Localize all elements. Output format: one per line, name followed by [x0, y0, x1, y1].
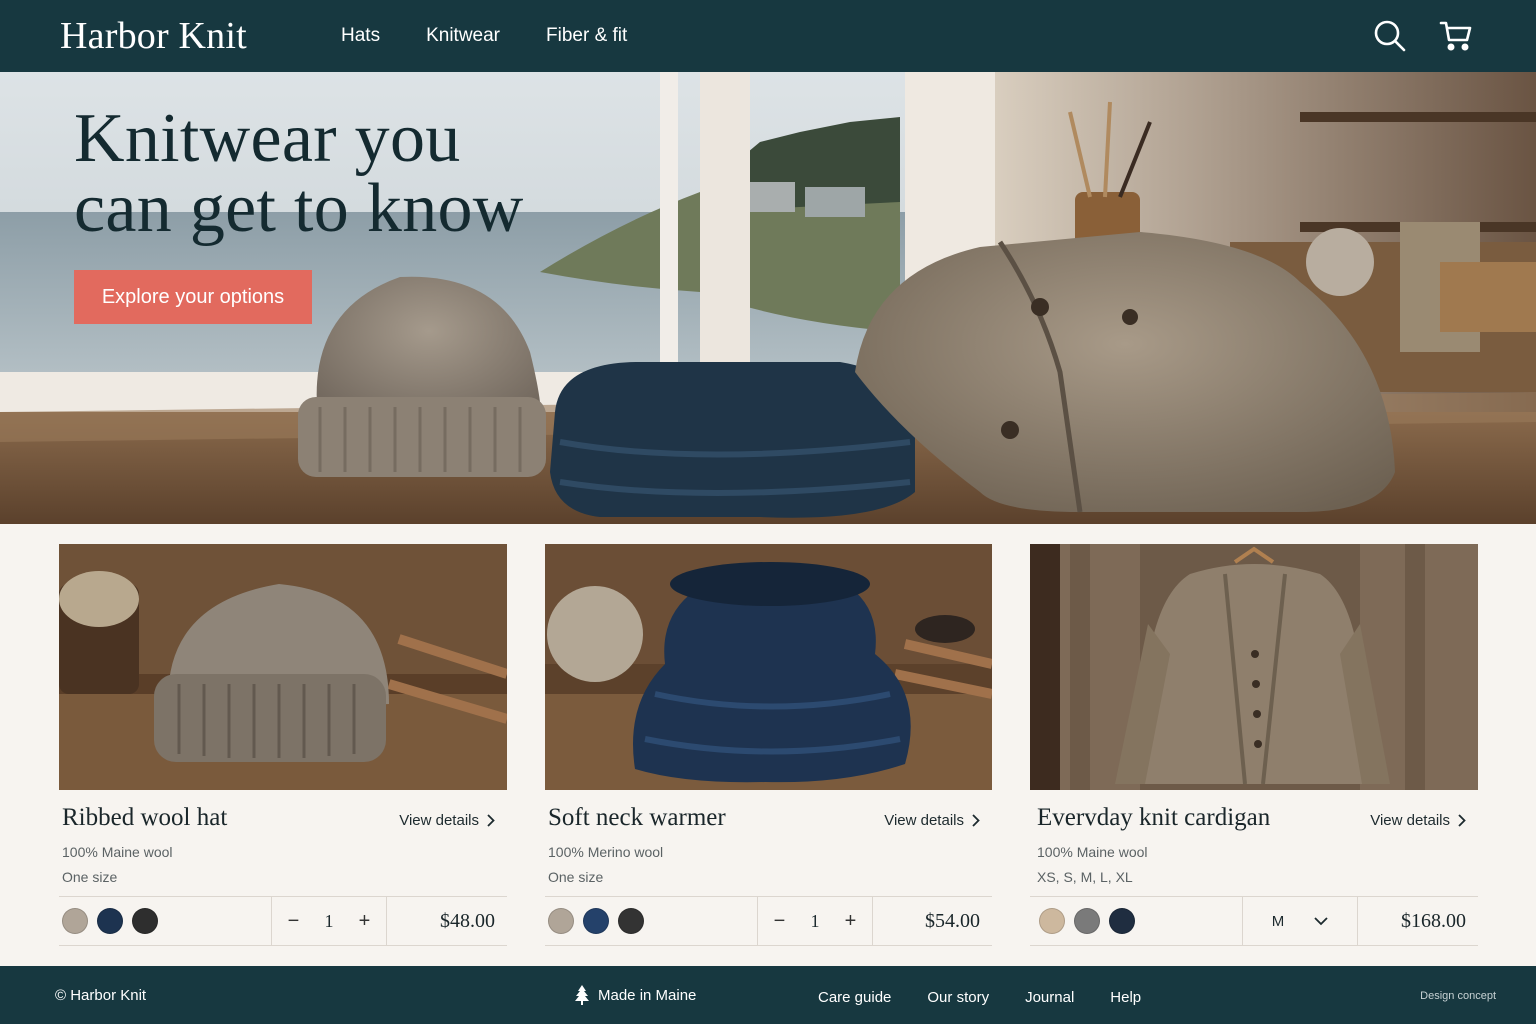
color-swatches	[59, 908, 271, 934]
footer-nav: Care guide Our story Journal Help	[818, 989, 1141, 1006]
product-material: 100% Maine wool	[1037, 844, 1148, 860]
product-price: $168.00	[1401, 909, 1466, 932]
view-details-link[interactable]: View details	[399, 812, 495, 829]
footer-link-help[interactable]: Help	[1110, 989, 1141, 1006]
site-footer: © Harbor Knit Made in Maine Care guide O…	[0, 966, 1536, 1024]
purchase-bar: − 1 + $48.00	[59, 896, 507, 946]
nav-fiber-fit[interactable]: Fiber & fit	[546, 25, 627, 47]
color-swatch[interactable]	[548, 908, 574, 934]
footer-link-care-guide[interactable]: Care guide	[818, 989, 891, 1006]
view-details-link[interactable]: View details	[884, 812, 980, 829]
product-title: Ribbed wool hat	[62, 804, 228, 831]
nav-hats[interactable]: Hats	[341, 25, 380, 47]
nav-knitwear[interactable]: Knitwear	[426, 25, 500, 47]
increase-quantity-button[interactable]: +	[353, 910, 377, 933]
card-header: Ribbed wool hat View details	[59, 790, 507, 832]
purchase-bar: M $168.00	[1030, 896, 1478, 946]
product-title: Soft neck warmer	[548, 804, 726, 831]
quantity-value: 1	[324, 910, 334, 931]
brand-logo[interactable]: Harbor Knit	[60, 14, 341, 58]
card-header: Soft neck warmer View details	[545, 790, 992, 832]
hero-copy: Knitwear you can get to know Explore you…	[74, 104, 524, 324]
color-swatches	[1030, 908, 1242, 934]
product-material: 100% Merino wool	[548, 844, 664, 860]
product-price: $48.00	[440, 909, 495, 932]
footer-link-journal[interactable]: Journal	[1025, 989, 1074, 1006]
increase-quantity-button[interactable]: +	[839, 910, 863, 933]
product-size-info: One size	[548, 869, 604, 885]
product-image-cardigan[interactable]	[1030, 544, 1478, 790]
product-meta: 100% Maine wool XS, S, M, L, XL	[1030, 840, 1478, 890]
chevron-right-icon	[1458, 814, 1466, 827]
product-image-neck-warmer[interactable]	[545, 544, 992, 790]
product-price: $54.00	[925, 909, 980, 932]
product-card-neck-warmer: Soft neck warmer View details 100% Merin…	[545, 544, 992, 946]
cart-icon[interactable]	[1438, 18, 1474, 54]
color-swatches	[545, 908, 757, 934]
view-details-label: View details	[1370, 812, 1450, 829]
color-swatch[interactable]	[1109, 908, 1135, 934]
card-header: Evervday knit cardigan View details	[1030, 790, 1478, 832]
site-header: Harbor Knit Hats Knitwear Fiber & fit	[0, 0, 1536, 72]
product-title: Evervday knit cardigan	[1037, 804, 1271, 831]
purchase-bar: − 1 + $54.00	[545, 896, 992, 946]
made-in-label: Made in Maine	[598, 986, 697, 1004]
chevron-right-icon	[972, 814, 980, 827]
view-details-label: View details	[399, 812, 479, 829]
hero-title-line1: Knitwear you	[74, 100, 461, 177]
product-card-hat: Ribbed wool hat View details 100% Maine …	[59, 544, 507, 946]
product-meta: 100% Merino wool One size	[545, 840, 992, 890]
product-size-info: One size	[62, 869, 118, 885]
view-details-label: View details	[884, 812, 964, 829]
design-concept-note: Design concept	[1420, 990, 1496, 1002]
color-swatch[interactable]	[132, 908, 158, 934]
footer-link-our-story[interactable]: Our story	[927, 989, 989, 1006]
hero-banner: Knitwear you can get to know Explore you…	[0, 72, 1536, 524]
hero-title: Knitwear you can get to know	[74, 104, 524, 244]
hero-title-line2: can get to know	[74, 170, 524, 247]
color-swatch[interactable]	[1039, 908, 1065, 934]
pine-tree-icon	[575, 985, 589, 1005]
chevron-right-icon	[487, 814, 495, 827]
explore-options-button[interactable]: Explore your options	[74, 270, 312, 324]
header-actions	[1372, 18, 1476, 54]
quantity-value: 1	[810, 910, 820, 931]
size-select[interactable]: M	[1242, 896, 1358, 946]
product-card-cardigan: Evervday knit cardigan View details 100%…	[1030, 544, 1478, 946]
search-icon[interactable]	[1372, 18, 1408, 54]
made-in-maine-badge: Made in Maine	[574, 985, 696, 1005]
footer-copyright: © Harbor Knit	[55, 987, 147, 1004]
main-nav: Hats Knitwear Fiber & fit	[341, 25, 627, 47]
color-swatch[interactable]	[583, 908, 609, 934]
product-size-info: XS, S, M, L, XL	[1037, 869, 1133, 885]
quantity-stepper: − 1 +	[757, 896, 873, 946]
decrease-quantity-button[interactable]: −	[768, 910, 792, 933]
decrease-quantity-button[interactable]: −	[282, 910, 306, 933]
color-swatch[interactable]	[1074, 908, 1100, 934]
color-swatch[interactable]	[618, 908, 644, 934]
quantity-stepper: − 1 +	[271, 896, 387, 946]
view-details-link[interactable]: View details	[1370, 812, 1466, 829]
chevron-down-icon	[1314, 916, 1328, 925]
color-swatch[interactable]	[62, 908, 88, 934]
product-material: 100% Maine wool	[62, 844, 173, 860]
product-image-hat[interactable]	[59, 544, 507, 790]
color-swatch[interactable]	[97, 908, 123, 934]
size-selected-value: M	[1271, 912, 1285, 930]
product-meta: 100% Maine wool One size	[59, 840, 507, 890]
